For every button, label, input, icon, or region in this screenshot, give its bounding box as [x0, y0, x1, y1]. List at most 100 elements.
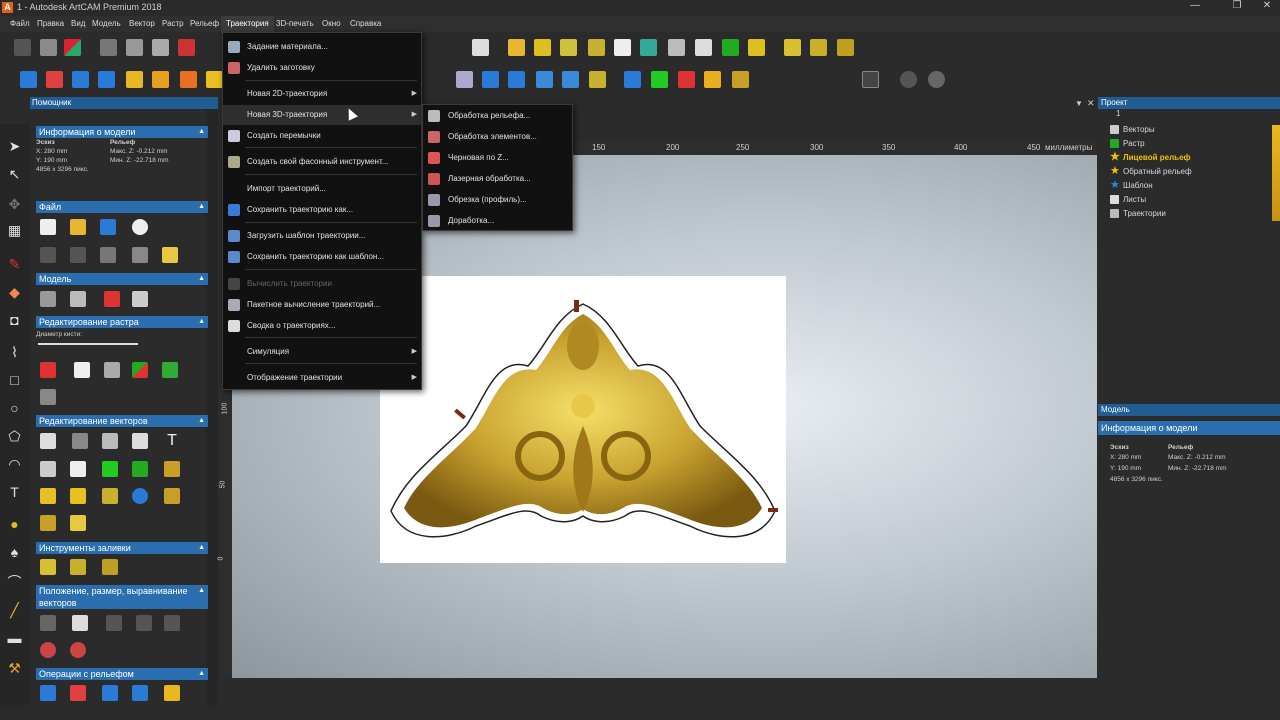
polyline-icon[interactable]: ⌇ [6, 344, 23, 361]
star-burst-icon[interactable] [614, 39, 631, 56]
relief-op-blue-icon[interactable] [40, 685, 56, 701]
position-header[interactable]: Положение, размер, выравнивание векторов… [36, 585, 208, 609]
menu-toolpath[interactable]: Траектория [221, 16, 274, 32]
dots-grid-icon[interactable] [810, 39, 827, 56]
collapse-icon[interactable]: ▲ [198, 273, 205, 285]
collapse-icon[interactable]: ▲ [198, 415, 205, 427]
menu-item-form-tool[interactable]: Создать свой фасонный инструмент... [223, 152, 421, 172]
node-dots-icon[interactable] [784, 39, 801, 56]
pipette-icon[interactable] [104, 362, 120, 378]
stack-icon[interactable] [589, 71, 606, 88]
menu-relief[interactable]: Рельеф [185, 16, 224, 32]
tree-item-template[interactable]: ★ Шаблон [1110, 179, 1153, 193]
tree-item-back-relief[interactable]: ★ Обратный рельеф [1110, 165, 1192, 179]
hammer-icon[interactable]: ⚒ [6, 660, 23, 677]
collapse-icon[interactable]: ▲ [198, 201, 205, 213]
vector-pot-icon[interactable] [132, 488, 148, 504]
vector-arch-icon[interactable] [40, 515, 56, 531]
erase-tool-icon[interactable]: ▬ [6, 630, 23, 647]
fill-dots-icon[interactable] [40, 559, 56, 575]
diamond-icon[interactable] [640, 39, 657, 56]
mesh-icon[interactable] [678, 71, 695, 88]
menu-item-save-toolpath[interactable]: Сохранить траекторию как... [223, 200, 421, 220]
erase-icon[interactable] [748, 39, 765, 56]
model-grid-icon[interactable] [70, 291, 86, 307]
path-icon[interactable] [588, 39, 605, 56]
sculpt-icon[interactable]: ╱ [6, 602, 23, 619]
camera-icon[interactable]: ◘ [6, 312, 23, 329]
fill-wave-icon[interactable] [102, 559, 118, 575]
menu-raster[interactable]: Растр [157, 16, 189, 32]
scissors-icon[interactable] [560, 39, 577, 56]
document-icon[interactable] [472, 39, 489, 56]
collapse-icon[interactable]: ▲ [198, 316, 205, 328]
collapse-icon[interactable]: ▲ [198, 585, 205, 597]
vector-move-icon[interactable] [72, 433, 88, 449]
model-section-header[interactable]: Модель ▲ [36, 273, 208, 285]
menu-3d-print[interactable]: 3D-печать [271, 16, 319, 32]
frame-icon[interactable] [862, 71, 879, 88]
vector-wave-icon[interactable] [164, 461, 180, 477]
open-folder-icon[interactable] [70, 219, 86, 235]
fill-color-icon[interactable] [162, 362, 178, 378]
view-menu-arrow-icon[interactable]: ▼ [1075, 99, 1083, 108]
menu-item-batch-calculate[interactable]: Пакетное вычисление траекторий... [223, 295, 421, 315]
file-section-header[interactable]: Файл ▲ [36, 201, 208, 213]
flag-icon[interactable] [704, 71, 721, 88]
model-info-header-right[interactable]: Информация о модели [1098, 421, 1280, 435]
submenu-item-laser-machining[interactable]: Лазерная обработка... [423, 168, 572, 189]
grid-icon[interactable] [40, 39, 57, 56]
relief-op-texture-icon[interactable] [164, 685, 180, 701]
polygon-icon[interactable]: ⬠ [6, 428, 23, 445]
relief-op-shape-icon[interactable] [102, 685, 118, 701]
plus-icon[interactable] [651, 71, 668, 88]
box-icon[interactable] [482, 71, 499, 88]
menu-model[interactable]: Модель [87, 16, 126, 32]
menu-item-load-template[interactable]: Загрузить шаблон траектории... [223, 226, 421, 246]
project-root[interactable]: 1 [1116, 109, 1120, 119]
position-offset-icon[interactable] [136, 615, 152, 631]
transform-icon[interactable]: ✥ [6, 196, 23, 213]
menu-item-save-template[interactable]: Сохранить траекторию как шаблон... [223, 247, 421, 267]
menu-item-create-bridges[interactable]: Создать перемычки [223, 126, 421, 146]
tree-item-sheets[interactable]: Листы [1110, 193, 1146, 207]
submenu-item-relief-machining[interactable]: Обработка рельефа... [423, 105, 572, 126]
close-button[interactable]: ✕ [1252, 0, 1280, 14]
menu-window[interactable]: Окно [317, 16, 346, 32]
menu-item-simulation[interactable]: Симуляция ▶ [223, 342, 421, 362]
fill-grid-icon[interactable] [70, 559, 86, 575]
select-tool-icon[interactable] [14, 39, 31, 56]
tree-item-front-relief[interactable]: ★ Лицевой рельеф [1110, 151, 1191, 165]
collapse-icon[interactable]: ▲ [198, 668, 205, 680]
vector-folder-icon[interactable] [70, 515, 86, 531]
menu-item-toolpath-summary[interactable]: Сводка о траекториях... [223, 316, 421, 336]
fill-tools-header[interactable]: Инструменты заливки ▲ [36, 542, 208, 554]
bell-icon[interactable] [536, 71, 553, 88]
line-tool-icon[interactable] [40, 389, 56, 405]
model-size-icon[interactable] [40, 291, 56, 307]
collapse-icon[interactable]: ▲ [198, 542, 205, 554]
maximize-button[interactable]: ❐ [1222, 0, 1252, 14]
vector-text-icon[interactable]: T [164, 433, 180, 449]
align-icon[interactable] [100, 39, 117, 56]
brush-diameter-slider[interactable] [38, 343, 138, 345]
node-edit-icon[interactable]: ↖ [6, 166, 23, 183]
paste-icon[interactable] [162, 247, 178, 263]
model-pen-icon[interactable] [104, 291, 120, 307]
cursor-arrow-icon[interactable]: ➤ [6, 138, 23, 155]
menu-file[interactable]: Файл [5, 16, 35, 32]
pencil-icon[interactable]: ✎ [6, 256, 23, 273]
vector-arrow-icon[interactable] [40, 488, 56, 504]
undo-icon[interactable] [40, 247, 56, 263]
vector-curve-icon[interactable] [164, 488, 180, 504]
vector-add-icon[interactable] [102, 461, 118, 477]
color-add-icon[interactable] [132, 362, 148, 378]
vector-grid-icon[interactable] [102, 433, 118, 449]
drop-icon[interactable]: ● [6, 516, 23, 533]
collapse-icon[interactable]: ▲ [198, 126, 205, 138]
minimize-button[interactable]: — [1180, 0, 1210, 14]
menu-edit[interactable]: Правка [32, 16, 69, 32]
flat-icon[interactable] [562, 71, 579, 88]
vector-fill-icon[interactable] [40, 461, 56, 477]
wave-icon[interactable] [837, 39, 854, 56]
